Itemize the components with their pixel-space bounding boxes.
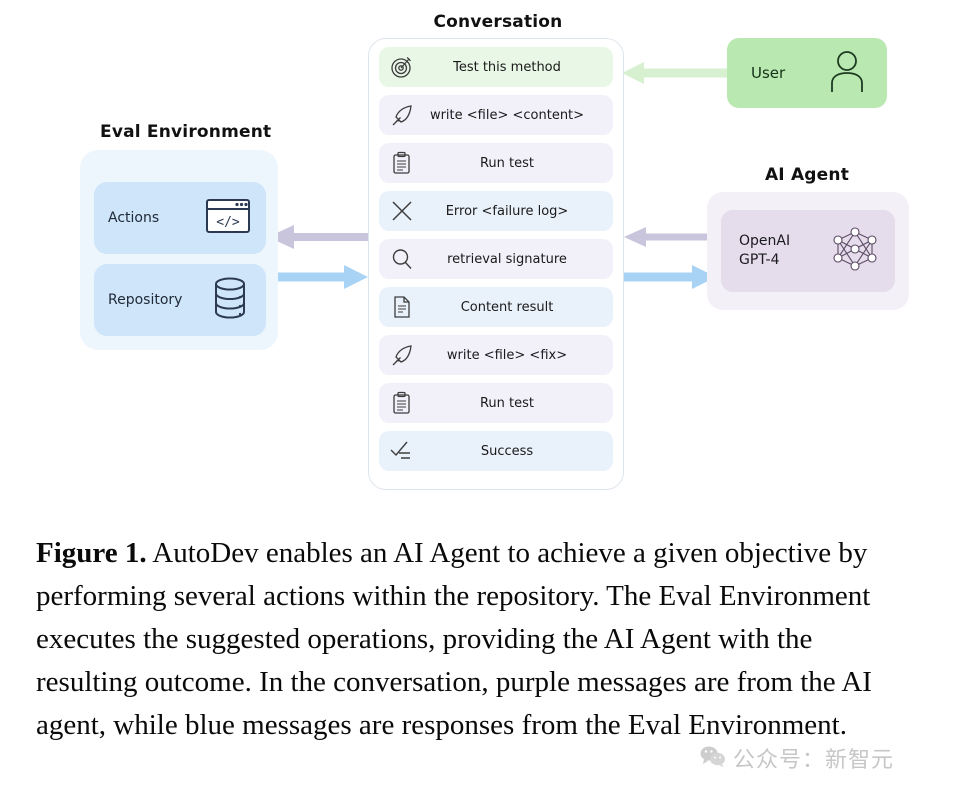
figure-caption-body: AutoDev enables an AI Agent to achieve a… (36, 537, 872, 741)
user-label: User (751, 64, 786, 82)
clipboard-icon (385, 391, 419, 415)
conversation-message-text: Success (480, 443, 534, 459)
magnifier-icon (385, 247, 419, 271)
conversation-message-text: Error <failure log> (445, 203, 569, 219)
conversation-message[interactable]: Test this method (379, 47, 613, 87)
clipboard-icon (385, 151, 419, 175)
database-icon (208, 275, 252, 326)
ai-agent-panel: OpenAI GPT-4 (707, 192, 909, 310)
figure-diagram: Eval Environment Actions </> Repository (0, 0, 960, 520)
neural-network-icon (829, 223, 881, 280)
conversation-message-text: Run test (479, 155, 535, 171)
person-icon (827, 47, 867, 100)
arrow-user-to-conversation (622, 62, 732, 84)
ai-agent-title: AI Agent (764, 165, 850, 185)
eval-card-repository[interactable]: Repository (94, 264, 266, 336)
conversation-title: Conversation (433, 12, 563, 32)
x-icon (385, 198, 419, 224)
conversation-message[interactable]: Run test (379, 383, 613, 423)
conversation-message[interactable]: Content result (379, 287, 613, 327)
quill-icon (385, 103, 419, 127)
conversation-message-text: Run test (479, 395, 535, 411)
wechat-icon (700, 745, 726, 772)
conversation-message-text: write <file> <content> (429, 107, 585, 123)
figure-caption: Figure 1. AutoDev enables an AI Agent to… (36, 532, 916, 747)
conversation-message-list: Test this method write <file> <content> (369, 39, 623, 481)
eval-card-actions-label: Actions (108, 210, 160, 226)
ai-agent-model-label: OpenAI GPT-4 (739, 233, 791, 268)
conversation-message[interactable]: Error <failure log> (379, 191, 613, 231)
figure-caption-label: Figure 1. (36, 537, 147, 569)
conversation-message[interactable]: write <file> <fix> (379, 335, 613, 375)
target-icon (385, 55, 419, 79)
arrow-agent-to-conversation (624, 227, 714, 247)
document-icon (385, 295, 419, 319)
conversation-message-text: retrieval signature (447, 251, 567, 267)
conversation-message-text: Content result (460, 299, 554, 315)
conversation-panel: Test this method write <file> <content> (368, 38, 624, 490)
eval-card-actions[interactable]: Actions </> (94, 182, 266, 254)
arrow-conversation-to-agent (622, 265, 716, 289)
conversation-message[interactable]: Run test (379, 143, 613, 183)
quill-icon (385, 343, 419, 367)
conversation-message[interactable]: write <file> <content> (379, 95, 613, 135)
arrow-conversation-to-eval (268, 225, 370, 249)
conversation-message-text: write <file> <fix> (446, 347, 568, 363)
conversation-message[interactable]: retrieval signature (379, 239, 613, 279)
svg-text:</>: </> (216, 215, 240, 230)
conversation-message-text: Test this method (453, 59, 561, 75)
eval-card-repository-label: Repository (108, 292, 183, 308)
eval-environment-panel: Actions </> Repository (80, 150, 278, 350)
arrow-eval-to-conversation (266, 265, 368, 289)
eval-environment-title: Eval Environment (100, 122, 272, 142)
conversation-message[interactable]: Success (379, 431, 613, 471)
checklist-icon (385, 439, 419, 463)
user-box[interactable]: User (727, 38, 887, 108)
code-window-icon: </> (204, 196, 252, 241)
ai-agent-model-card[interactable]: OpenAI GPT-4 (721, 210, 895, 292)
